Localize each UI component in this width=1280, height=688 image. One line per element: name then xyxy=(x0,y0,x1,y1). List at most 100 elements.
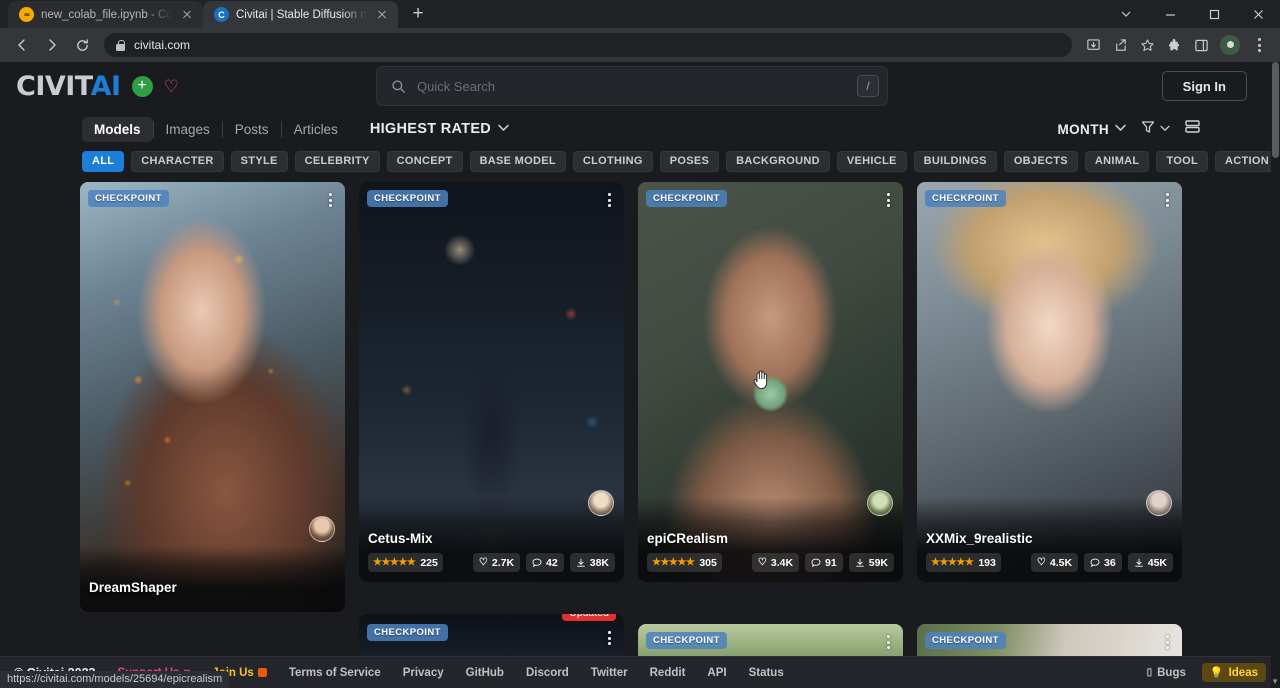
footer-link-github[interactable]: GitHub xyxy=(466,667,504,679)
footer-link-reddit[interactable]: Reddit xyxy=(650,667,686,679)
chip-all[interactable]: ALL xyxy=(82,151,124,172)
likes-count: 4.5K xyxy=(1050,557,1072,569)
install-app-icon[interactable] xyxy=(1080,32,1106,58)
browser-tab-civitai[interactable]: C Civitai | Stable Diffusion models, xyxy=(203,1,398,28)
chip-character[interactable]: CHARACTER xyxy=(131,151,223,172)
profile-avatar[interactable] xyxy=(1220,35,1240,55)
downloads-badge: 59K xyxy=(849,553,894,572)
close-icon[interactable] xyxy=(374,7,390,23)
comments-count: 42 xyxy=(546,557,558,569)
avatar[interactable] xyxy=(1146,490,1172,516)
ideas-button[interactable]: 💡 Ideas xyxy=(1202,663,1266,682)
chip-clothing[interactable]: CLOTHING xyxy=(573,151,653,172)
url-text: civitai.com xyxy=(134,38,190,52)
chip-background[interactable]: BACKGROUND xyxy=(726,151,830,172)
likes-badge: ♡ 2.7K xyxy=(473,553,520,572)
rating-count: 193 xyxy=(978,557,996,569)
civitai-logo[interactable]: CIVITAI xyxy=(16,71,121,102)
sign-in-button[interactable]: Sign In xyxy=(1162,71,1247,101)
filter-funnel-icon xyxy=(1140,119,1156,140)
model-card[interactable]: CHECKPOINT epiCRealism ★★★★★ 305 xyxy=(638,182,903,582)
heart-icon[interactable]: ♡ xyxy=(164,78,179,95)
tab-strip: ∞ new_colab_file.ipynb - Colaborat C Civ… xyxy=(0,0,1280,28)
bookmark-star-icon[interactable] xyxy=(1134,32,1160,58)
tab-search-icon[interactable] xyxy=(1104,0,1148,28)
model-card[interactable]: CHECKPOINT DreamShaper xyxy=(80,182,345,612)
search-input[interactable] xyxy=(406,79,857,94)
download-icon xyxy=(576,558,586,568)
heart-icon: ♡ xyxy=(479,558,488,568)
address-bar[interactable]: civitai.com xyxy=(104,33,1072,57)
browser-menu-icon[interactable] xyxy=(1246,32,1272,58)
footer-link-status[interactable]: Status xyxy=(749,667,784,679)
sort-dropdown[interactable]: HIGHEST RATED xyxy=(370,121,509,137)
card-menu-icon[interactable] xyxy=(1163,190,1172,210)
page-scrollbar[interactable]: ▼ xyxy=(1271,62,1280,688)
search-icon xyxy=(391,79,406,94)
card-menu-icon[interactable] xyxy=(605,628,614,648)
model-stats: ★★★★★ 193 ♡ 4.5K xyxy=(926,553,1173,572)
back-icon[interactable] xyxy=(8,31,36,59)
star-icon: ★★★★★ xyxy=(373,557,415,568)
comment-icon xyxy=(1090,558,1100,568)
chip-animal[interactable]: ANIMAL xyxy=(1085,151,1150,172)
chip-poses[interactable]: POSES xyxy=(660,151,719,172)
lock-icon xyxy=(116,40,125,51)
quick-search-bar[interactable]: / xyxy=(376,66,888,106)
chip-tool[interactable]: TOOL xyxy=(1156,151,1208,172)
footer-link-terms-of-service[interactable]: Terms of Service xyxy=(289,667,381,679)
extensions-puzzle-icon[interactable] xyxy=(1161,32,1187,58)
share-icon[interactable] xyxy=(1107,32,1133,58)
filter-button[interactable] xyxy=(1140,119,1170,140)
tab-models[interactable]: Models xyxy=(82,117,153,142)
footer-link-discord[interactable]: Discord xyxy=(526,667,569,679)
layout-toggle-button[interactable] xyxy=(1184,119,1201,139)
model-card[interactable]: CHECKPOINT XXMix_9realistic ★★★★★ 193 xyxy=(917,182,1182,582)
close-window-icon[interactable] xyxy=(1236,0,1280,28)
footer-link-privacy[interactable]: Privacy xyxy=(403,667,444,679)
new-tab-button[interactable]: + xyxy=(404,0,432,28)
period-dropdown[interactable]: MONTH xyxy=(1058,122,1127,137)
chip-action[interactable]: ACTION xyxy=(1215,151,1271,172)
model-card[interactable]: CHECKPOINT Cetus-Mix ★★★★★ 225 xyxy=(359,182,624,582)
content-nav: Models Images Posts Articles HIGHEST RAT… xyxy=(0,110,1271,148)
download-icon xyxy=(1134,558,1144,568)
close-icon[interactable] xyxy=(179,7,195,23)
chip-buildings[interactable]: BUILDINGS xyxy=(914,151,997,172)
scrollbar-thumb[interactable] xyxy=(1272,62,1279,158)
avatar[interactable] xyxy=(867,490,893,516)
colab-icon: ∞ xyxy=(19,7,34,22)
card-menu-icon[interactable] xyxy=(884,190,893,210)
avatar[interactable] xyxy=(588,490,614,516)
footer-link-twitter[interactable]: Twitter xyxy=(591,667,628,679)
chip-objects[interactable]: OBJECTS xyxy=(1004,151,1078,172)
downloads-badge: 45K xyxy=(1128,553,1173,572)
minimize-icon[interactable] xyxy=(1148,0,1192,28)
forward-icon[interactable] xyxy=(38,31,66,59)
chip-celebrity[interactable]: CELEBRITY xyxy=(295,151,380,172)
card-menu-icon[interactable] xyxy=(605,190,614,210)
create-plus-icon[interactable]: + xyxy=(132,76,153,97)
browser-tab-colab[interactable]: ∞ new_colab_file.ipynb - Colaborat xyxy=(8,1,203,28)
rating-badge: ★★★★★ 193 xyxy=(926,553,1001,572)
chip-concept[interactable]: CONCEPT xyxy=(387,151,463,172)
reload-icon[interactable] xyxy=(68,31,96,59)
side-panel-icon[interactable] xyxy=(1188,32,1214,58)
chip-vehicle[interactable]: VEHICLE xyxy=(837,151,907,172)
chip-base-model[interactable]: BASE MODEL xyxy=(470,151,566,172)
tab-posts[interactable]: Posts xyxy=(223,117,281,142)
card-menu-icon[interactable] xyxy=(1163,632,1172,652)
chevron-down-icon[interactable]: ▼ xyxy=(1271,677,1279,686)
card-menu-icon[interactable] xyxy=(884,632,893,652)
likes-badge: ♡ 4.5K xyxy=(1031,553,1078,572)
maximize-icon[interactable] xyxy=(1192,0,1236,28)
chip-style[interactable]: STYLE xyxy=(231,151,288,172)
avatar[interactable] xyxy=(309,516,335,542)
tab-images[interactable]: Images xyxy=(154,117,222,142)
footer-link-api[interactable]: API xyxy=(707,667,726,679)
tab-articles[interactable]: Articles xyxy=(282,117,350,142)
chevron-down-icon xyxy=(1115,124,1126,135)
bugs-button[interactable]: ▯ Bugs xyxy=(1139,664,1194,682)
window-controls xyxy=(1104,0,1280,28)
card-menu-icon[interactable] xyxy=(326,190,335,210)
